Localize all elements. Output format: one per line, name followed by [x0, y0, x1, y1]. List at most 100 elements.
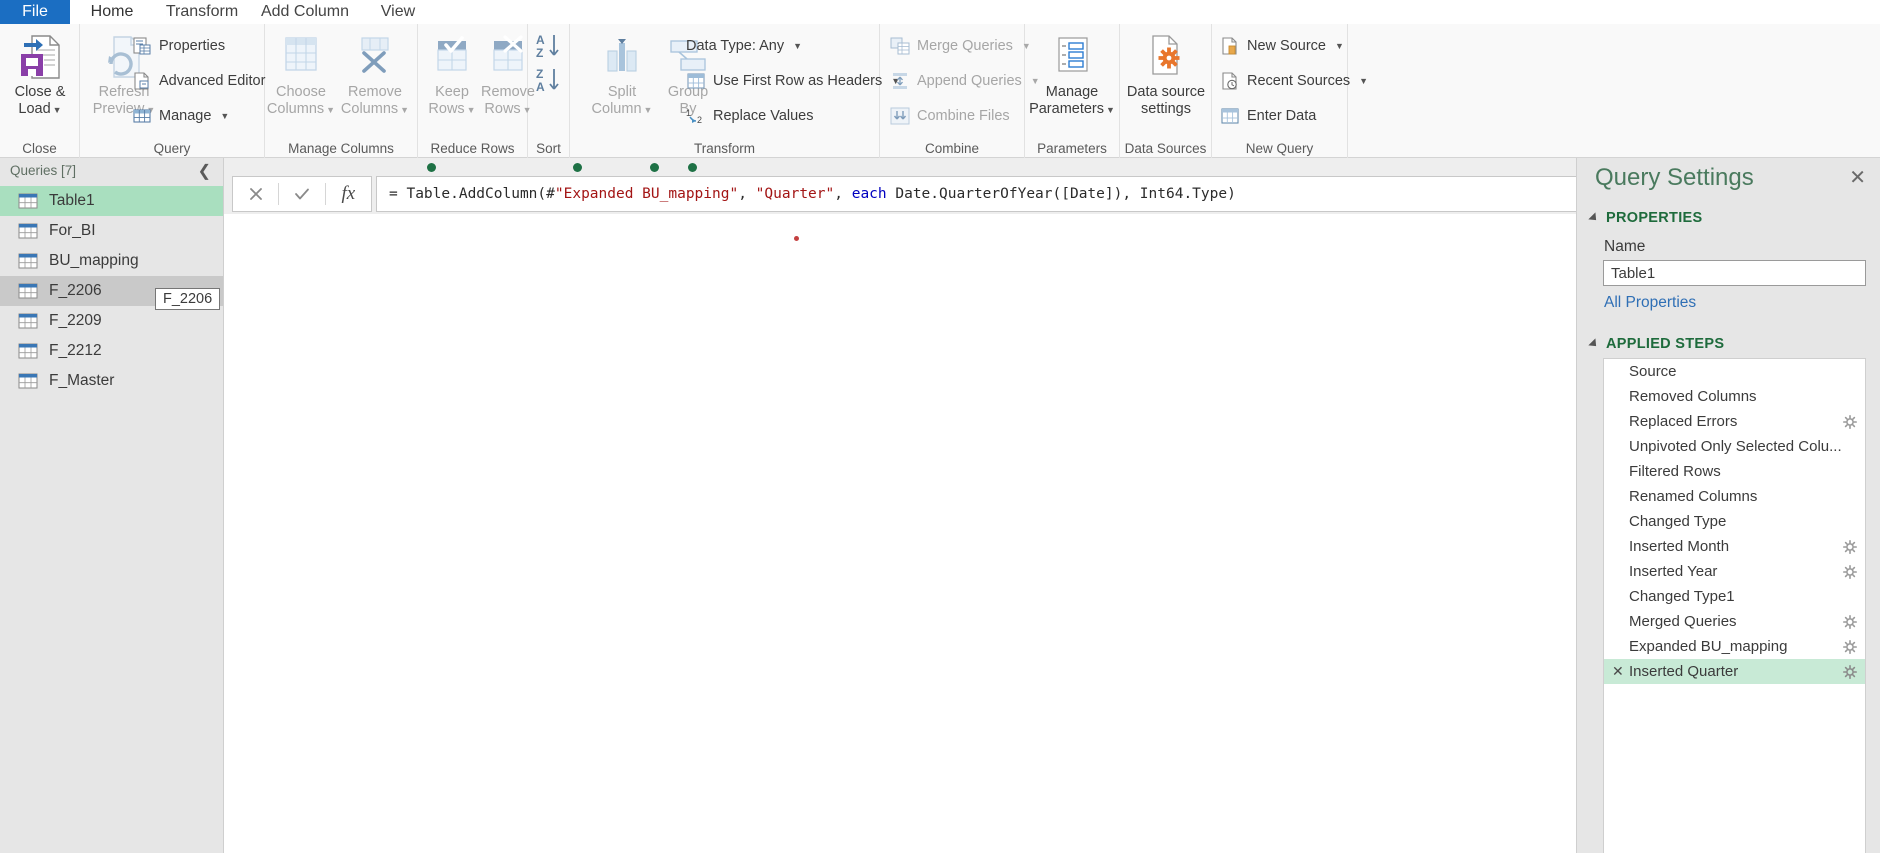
step-dot-4: [688, 163, 697, 172]
applied-step-inserted-month[interactable]: Inserted Month: [1604, 534, 1865, 559]
replace-values-icon: 1 2: [686, 106, 706, 126]
gear-icon[interactable]: [1843, 639, 1857, 654]
tab-add-column[interactable]: Add Column: [250, 0, 360, 24]
remove-columns-button[interactable]: Remove Columns ▼: [331, 30, 419, 119]
gear-icon[interactable]: [1843, 614, 1857, 629]
ribbon-group-sort: A Z Z A Sort: [528, 24, 570, 158]
cancel-formula-button[interactable]: [233, 177, 278, 211]
manage-parameters-button[interactable]: Manage Parameters ▼: [1028, 30, 1116, 119]
query-name: F_2212: [49, 342, 102, 359]
applied-steps-header-label: APPLIED STEPS: [1606, 336, 1725, 352]
merge-queries-label: Merge Queries: [917, 38, 1013, 54]
step-name: Merged Queries: [1629, 613, 1737, 630]
step-name: Filtered Rows: [1629, 463, 1721, 480]
applied-step-changed-type1[interactable]: Changed Type1: [1604, 584, 1865, 609]
query-item-bu-mapping[interactable]: BU_mapping: [0, 246, 223, 276]
table-icon: [18, 313, 38, 329]
gear-icon[interactable]: [1843, 539, 1857, 554]
data-preview-area[interactable]: [224, 214, 1576, 853]
table-icon: [18, 373, 38, 389]
recent-sources-button[interactable]: Recent Sources ▼: [1220, 68, 1368, 94]
tab-home[interactable]: Home: [70, 0, 154, 24]
svg-text:Z: Z: [536, 67, 543, 81]
query-name: Table1: [49, 192, 95, 209]
use-first-row-as-headers-button[interactable]: Use First Row as Headers ▼: [686, 68, 900, 94]
query-item-f-2209[interactable]: F_2209: [0, 306, 223, 336]
advanced-editor-icon: [132, 71, 152, 91]
formula-seg-0: = Table.AddColumn(#: [389, 186, 555, 202]
applied-step-replaced-errors[interactable]: Replaced Errors: [1604, 409, 1865, 434]
applied-step-inserted-quarter[interactable]: ✕ Inserted Quarter: [1604, 659, 1865, 684]
new-source-label: New Source: [1247, 38, 1326, 54]
gear-icon[interactable]: [1843, 564, 1857, 579]
applied-step-changed-type[interactable]: Changed Type: [1604, 509, 1865, 534]
properties-section-header[interactable]: PROPERTIES: [1588, 210, 1703, 226]
triangle-collapse-icon: [1588, 212, 1600, 224]
formula-seg-4: ,: [834, 186, 852, 202]
commit-formula-button[interactable]: [279, 177, 324, 211]
close-and-load-label-line2: Load ▼: [18, 101, 62, 117]
advanced-editor-button[interactable]: Advanced Editor: [132, 68, 265, 94]
applied-step-renamed-columns[interactable]: Renamed Columns: [1604, 484, 1865, 509]
save-export-icon: [0, 30, 84, 84]
tab-view[interactable]: View: [360, 0, 436, 24]
formula-seg-5: each: [851, 186, 887, 202]
close-icon[interactable]: ✕: [1849, 168, 1866, 188]
replace-values-button[interactable]: 1 2 Replace Values: [686, 103, 814, 129]
applied-step-merged-queries[interactable]: Merged Queries: [1604, 609, 1865, 634]
tab-transform[interactable]: Transform: [154, 0, 250, 24]
data-type-dropdown[interactable]: Data Type: Any ▼: [686, 33, 802, 59]
query-item-table1[interactable]: Table1: [0, 186, 223, 216]
applied-step-filtered-rows[interactable]: Filtered Rows: [1604, 459, 1865, 484]
manage-button[interactable]: Manage ▼: [132, 103, 229, 129]
group-label-combine: Combine: [924, 141, 980, 156]
data-source-settings-button[interactable]: Data source settings: [1122, 30, 1210, 118]
applied-step-unpivoted-only-selected-columns[interactable]: Unpivoted Only Selected Colu...: [1604, 434, 1865, 459]
gear-icon[interactable]: [1843, 414, 1857, 429]
query-item-f-2212[interactable]: F_2212: [0, 336, 223, 366]
step-name: Renamed Columns: [1629, 488, 1758, 505]
chevron-left-icon[interactable]: ❮: [198, 161, 211, 181]
formula-bar-controls: fx: [232, 176, 372, 212]
gear-icon[interactable]: [1843, 664, 1857, 679]
enter-data-label: Enter Data: [1247, 108, 1317, 124]
ribbon-group-manage-columns: Choose Columns ▼ Remove Columns ▼ Manage C…: [265, 24, 418, 158]
formula-seg-1: "Expanded BU_mapping": [554, 186, 739, 202]
all-properties-link[interactable]: All Properties: [1604, 294, 1696, 312]
chevron-down-icon: ▼: [1359, 76, 1369, 86]
query-item-for-bi[interactable]: For_BI: [0, 216, 223, 246]
close-and-load-button[interactable]: Close & Load ▼: [0, 30, 84, 119]
formula-seg-3: "Quarter": [755, 186, 835, 202]
append-queries-icon: [890, 71, 910, 91]
sort-ascending-button[interactable]: A Z: [534, 32, 564, 67]
applied-step-expanded-bu-mapping[interactable]: Expanded BU_mapping: [1604, 634, 1865, 659]
query-name: F_2206: [49, 282, 102, 299]
applied-step-source[interactable]: Source: [1604, 359, 1865, 384]
tab-file[interactable]: File: [0, 0, 70, 24]
delete-step-icon[interactable]: ✕: [1612, 663, 1629, 680]
properties-button[interactable]: Properties: [132, 33, 225, 59]
group-label-new-query: New Query: [1245, 141, 1314, 156]
step-name: Replaced Errors: [1629, 413, 1738, 430]
enter-data-button[interactable]: Enter Data: [1220, 103, 1316, 129]
ribbon-group-new-query: New Source ▼ Recent Sources ▼ Enter Data…: [1212, 24, 1368, 158]
ribbon-group-transform: Split Column▼ Group By Data Type: Any ▼: [570, 24, 900, 158]
fx-button[interactable]: fx: [326, 177, 371, 211]
combine-files-button[interactable]: Combine Files: [890, 103, 1010, 129]
query-item-f-master[interactable]: F_Master: [0, 366, 223, 396]
svg-text:1: 1: [686, 108, 691, 118]
data-source-settings-label-line2: settings: [1141, 101, 1191, 117]
step-name: Removed Columns: [1629, 388, 1757, 405]
applied-step-removed-columns[interactable]: Removed Columns: [1604, 384, 1865, 409]
applied-step-inserted-year[interactable]: Inserted Year: [1604, 559, 1865, 584]
step-name: Inserted Year: [1629, 563, 1718, 580]
append-queries-button[interactable]: Append Queries ▼: [890, 68, 1040, 94]
query-name-input[interactable]: [1603, 260, 1866, 286]
manage-parameters-label-line2: Parameters ▼: [1029, 101, 1115, 117]
new-source-button[interactable]: New Source ▼: [1220, 33, 1344, 59]
applied-steps-section-header[interactable]: APPLIED STEPS: [1588, 336, 1725, 352]
combine-files-icon: [890, 106, 910, 126]
properties-header-label: PROPERTIES: [1606, 210, 1703, 226]
sort-descending-button[interactable]: Z A: [534, 66, 564, 101]
merge-queries-button[interactable]: Merge Queries ▼: [890, 33, 1031, 59]
